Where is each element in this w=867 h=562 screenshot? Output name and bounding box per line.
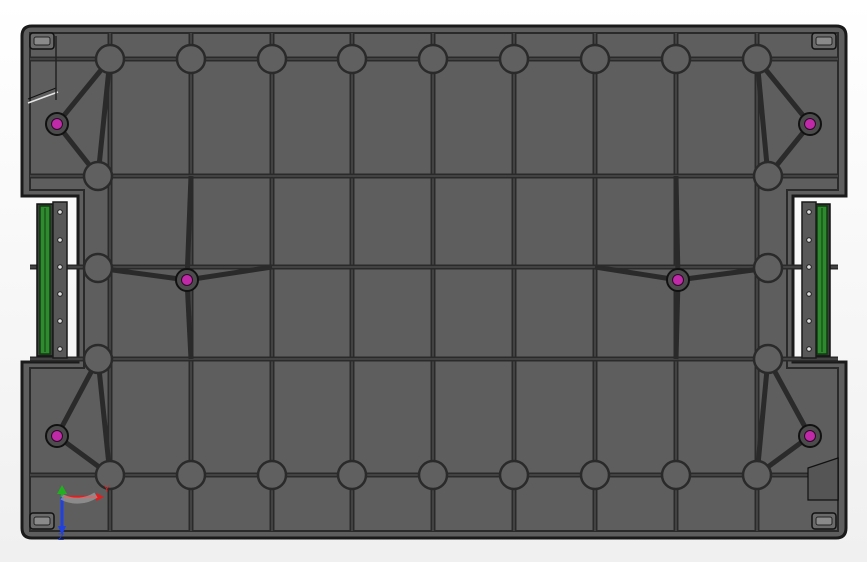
boss-circle — [82, 343, 114, 375]
bolt-hole-icon — [57, 346, 63, 352]
boss-circle — [741, 459, 773, 491]
cad-graphics-viewport[interactable]: Y Z — [0, 0, 867, 562]
boss-circle — [498, 43, 530, 75]
pin-icon — [51, 430, 63, 442]
bolt-hole-icon — [57, 209, 63, 215]
bolt-hole-icon — [806, 318, 812, 324]
rail-flange — [52, 201, 68, 359]
pin-icon — [51, 118, 63, 130]
corner-pocket-inner — [815, 516, 833, 526]
bolt-hole-icon — [57, 237, 63, 243]
boss-circle — [256, 43, 288, 75]
pin-icon — [672, 274, 684, 286]
corner-pocket-inner — [33, 516, 51, 526]
boss-circle — [498, 459, 530, 491]
x-axis-label: Y — [104, 485, 110, 495]
boss-circle — [256, 459, 288, 491]
diagonal-rib — [673, 175, 681, 281]
boss-circle — [752, 252, 784, 284]
boss-circle — [741, 43, 773, 75]
boss-circle — [417, 459, 449, 491]
boss-circle — [82, 160, 114, 192]
bolt-hole-icon — [806, 346, 812, 352]
boss-circle — [752, 160, 784, 192]
boss-circle — [94, 459, 126, 491]
z-axis-label: Z — [58, 533, 65, 543]
boss-circle — [336, 43, 368, 75]
boss-circle — [94, 43, 126, 75]
boss-circle — [579, 459, 611, 491]
pin-icon — [181, 274, 193, 286]
pin-icon — [804, 430, 816, 442]
boss-circle — [82, 252, 114, 284]
boss-circle — [417, 43, 449, 75]
boss-circle — [660, 459, 692, 491]
boss-circle — [175, 43, 207, 75]
bolt-hole-icon — [806, 264, 812, 270]
boss-circle — [660, 43, 692, 75]
corner-pocket-inner — [815, 36, 833, 46]
boss-circle — [579, 43, 611, 75]
bolt-hole-icon — [57, 264, 63, 270]
bolt-hole-icon — [57, 291, 63, 297]
corner-pocket-inner — [33, 36, 51, 46]
boss-circle — [752, 343, 784, 375]
boss-circle — [175, 459, 207, 491]
pallet-model[interactable] — [0, 0, 867, 562]
bolt-hole-icon — [806, 209, 812, 215]
bolt-hole-icon — [57, 318, 63, 324]
bolt-hole-icon — [806, 291, 812, 297]
bolt-hole-icon — [806, 237, 812, 243]
boss-circle — [336, 459, 368, 491]
pin-icon — [804, 118, 816, 130]
rail-flange — [801, 201, 817, 359]
